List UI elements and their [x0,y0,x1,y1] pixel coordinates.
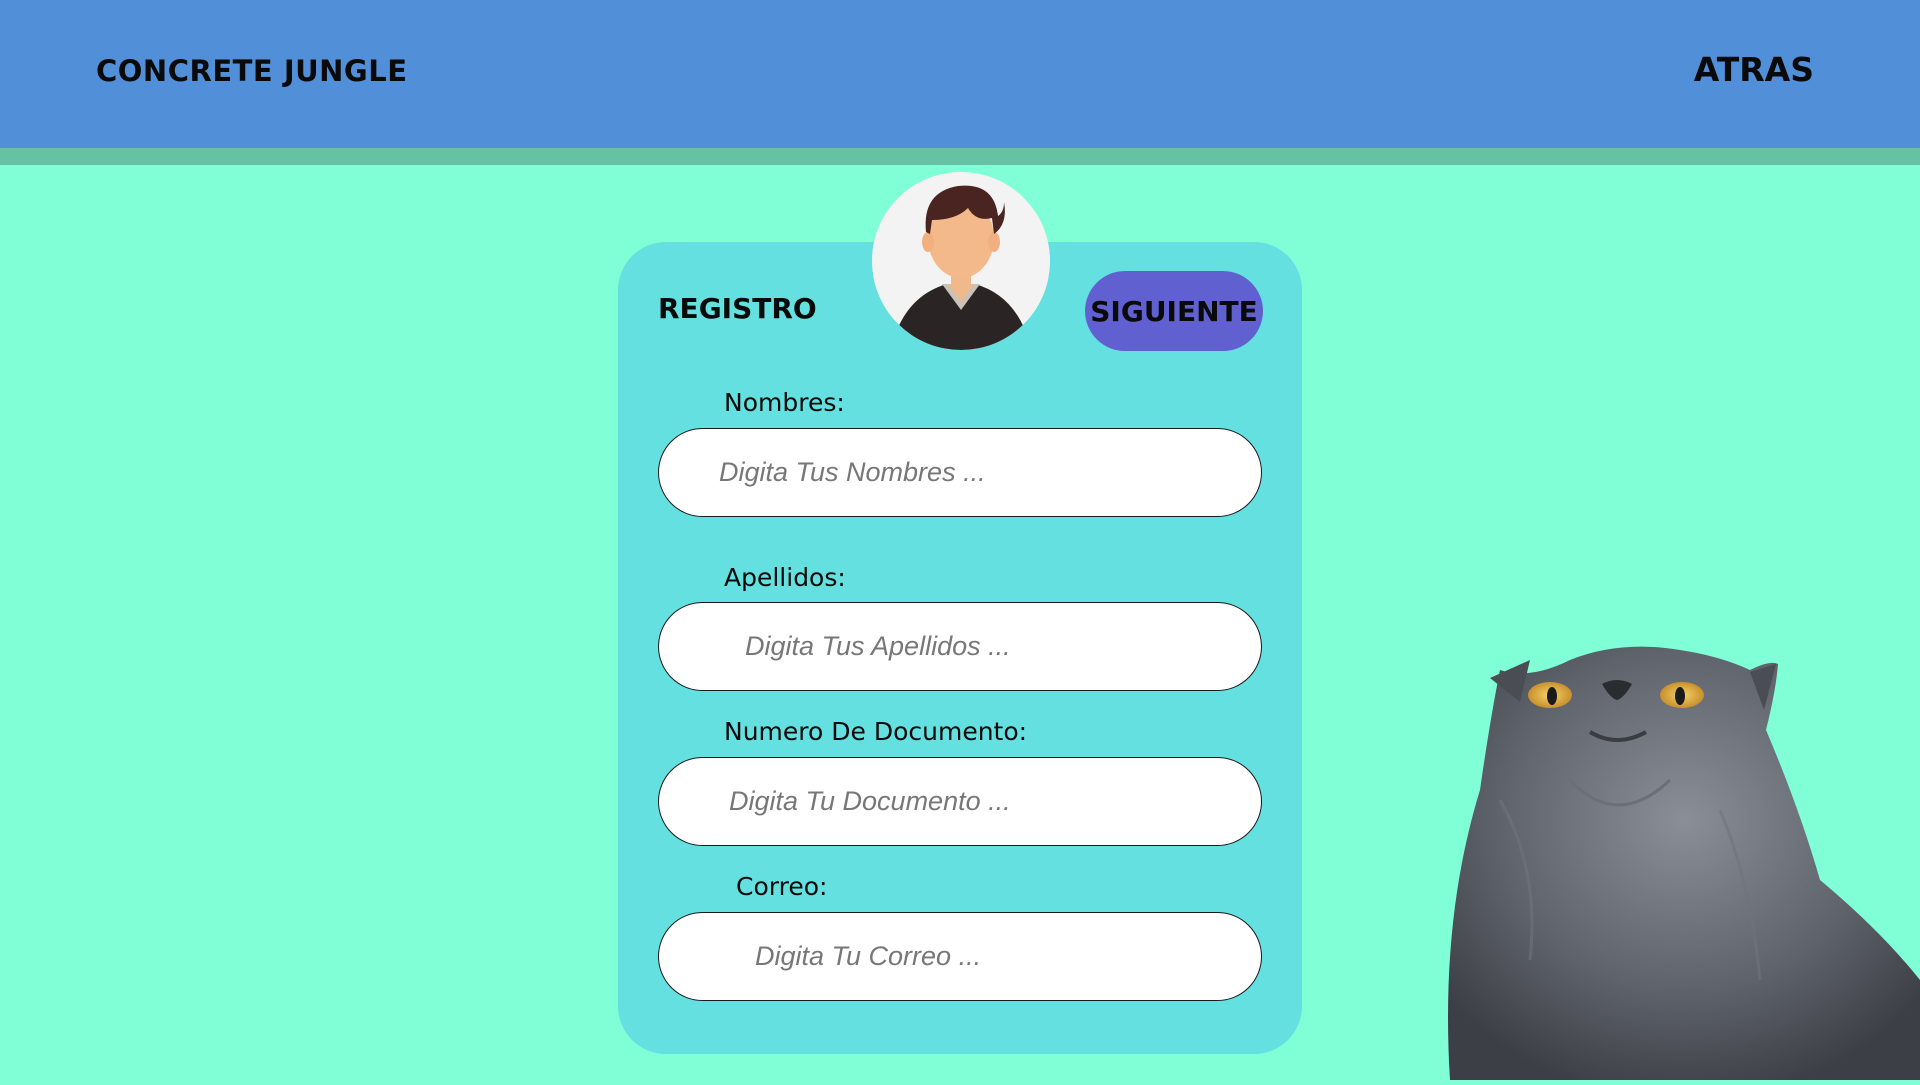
email-input[interactable] [658,912,1262,1001]
brand-logo-text: CONCRETE JUNGLE [96,54,408,88]
registration-card: REGISTRO SIGUIENTE Nombres: Apellidos: N… [618,242,1302,1054]
surnames-input[interactable] [658,602,1262,691]
email-label: Correo: [736,872,828,901]
next-button[interactable]: SIGUIENTE [1085,271,1263,351]
back-link[interactable]: ATRAS [1694,50,1814,89]
surnames-label: Apellidos: [724,563,846,592]
document-input[interactable] [658,757,1262,846]
header-divider [0,148,1920,165]
user-avatar-icon [872,172,1050,350]
cat-photo [1420,620,1920,1080]
names-label: Nombres: [724,388,845,417]
document-label: Numero De Documento: [724,717,1028,746]
names-input[interactable] [658,428,1262,517]
top-bar: CONCRETE JUNGLE ATRAS [0,0,1920,148]
form-title: REGISTRO [658,292,817,325]
